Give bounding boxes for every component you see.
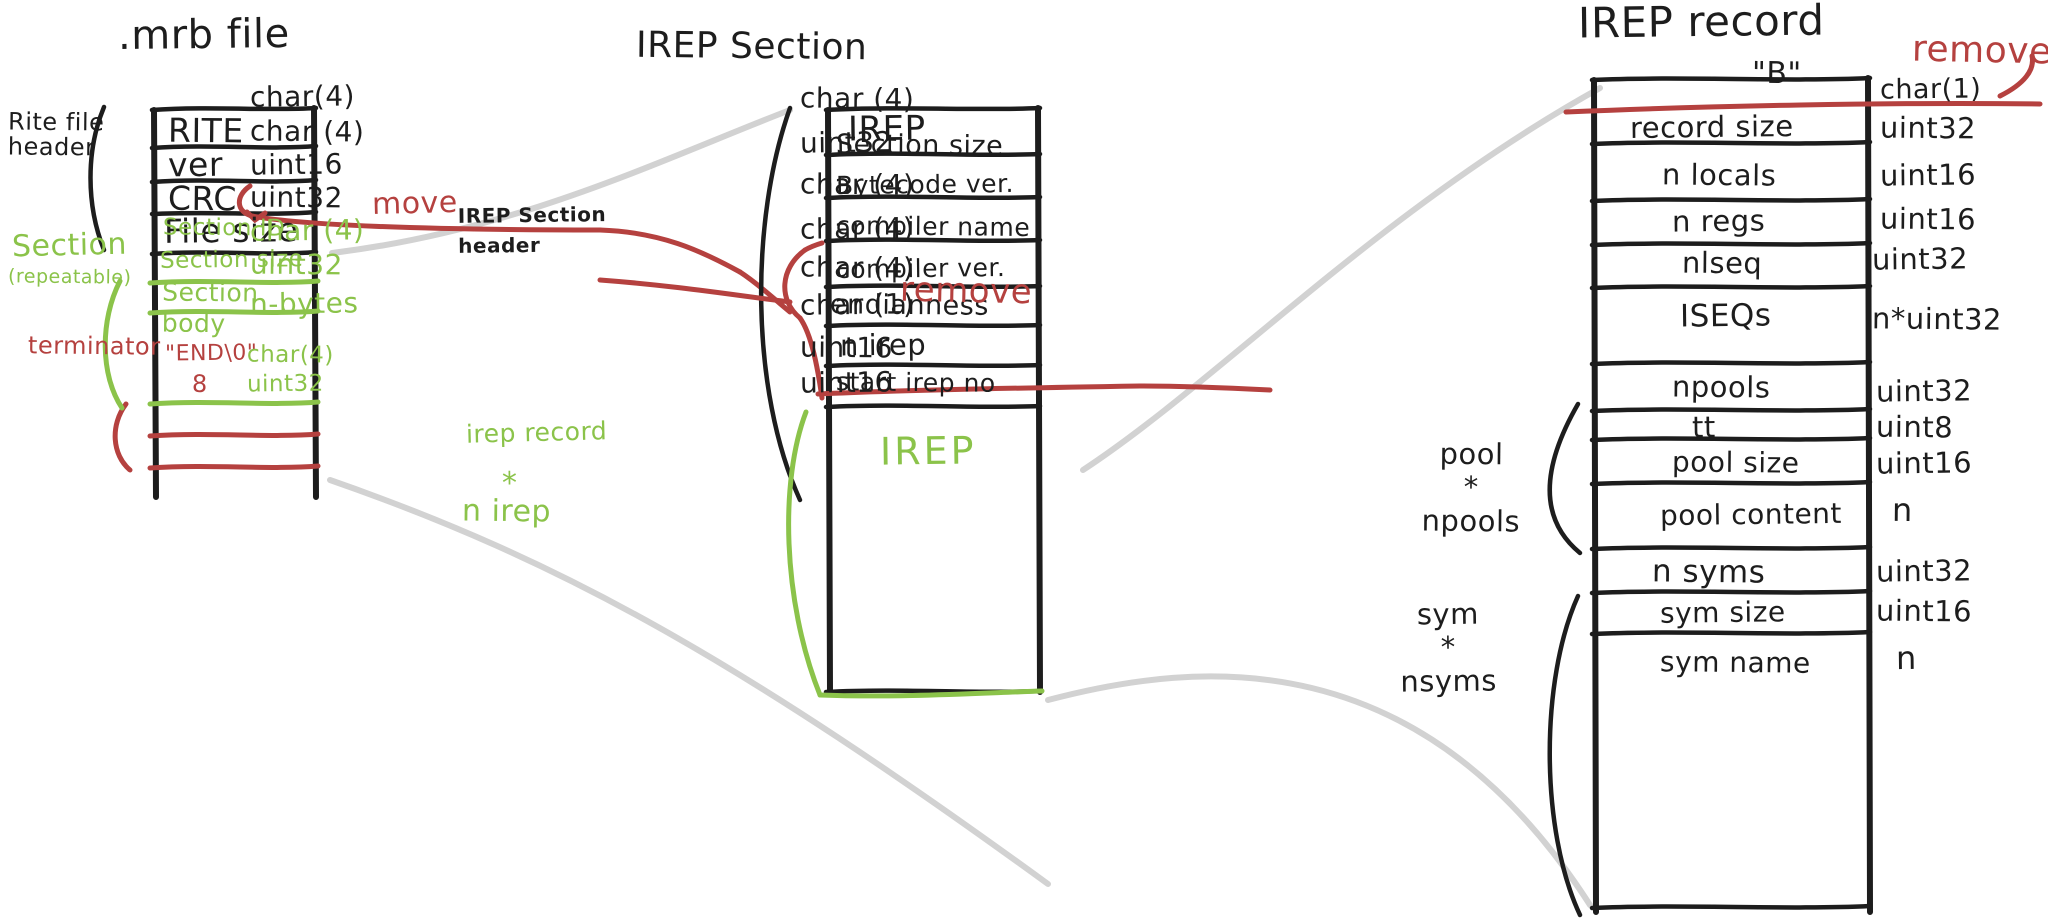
- irep-row-type-3: char (4): [799, 211, 915, 246]
- mrb-row-type-3: uint32: [249, 180, 344, 215]
- mrb-row-type-5: uint32: [249, 247, 344, 282]
- record-row-type-6: uint32: [1875, 373, 1973, 409]
- record-row-name-7: tt: [1691, 409, 1716, 445]
- mrb-row-name-0: RITE: [167, 110, 244, 151]
- irep-row-type-5: char (1): [799, 287, 915, 322]
- record-row-type-10: uint32: [1875, 553, 1973, 589]
- record-row-type-4: uint32: [1871, 241, 1969, 277]
- record-row-type-3: uint16: [1879, 201, 1977, 237]
- record-row-name-11: sym size: [1659, 595, 1786, 630]
- mrb-row-type-4: char (4): [249, 213, 365, 248]
- remove-annotation-endianness: remove: [899, 269, 1033, 313]
- mrb-row-type-0: char(4): [249, 79, 356, 114]
- irep-section-title: IREP Section: [635, 24, 868, 69]
- irep-section-header-label: IREP Section header: [457, 202, 607, 258]
- irep-row-type-0: char (4): [799, 81, 915, 116]
- irep-row-type-1: uint32: [799, 125, 894, 160]
- irep-header-bracket: [597, 240, 825, 401]
- section-repeatable-note: (repeatable): [7, 265, 132, 289]
- mrb-row-name-7: "END\0": [164, 340, 258, 367]
- record-row-name-5: ISEQs: [1679, 297, 1772, 335]
- mrb-row-name-6: Section body: [161, 277, 259, 339]
- irep-record-nirep-label: n irep: [461, 493, 552, 530]
- record-row-type-11: uint16: [1875, 593, 1973, 629]
- mrb-row-type-8: uint32: [246, 370, 324, 398]
- record-row-type-2: uint16: [1879, 157, 1977, 193]
- record-row-name-10: n syms: [1651, 553, 1766, 591]
- record-row-name-3: n regs: [1671, 203, 1766, 239]
- mrb-row-type-7: char(4): [246, 341, 334, 369]
- mrb-row-type-1: char (4): [249, 114, 365, 149]
- irep-body-label: IREP: [879, 428, 977, 474]
- section-label: Section: [11, 226, 128, 265]
- mrb-row-type-6: n-bytes: [249, 286, 359, 321]
- record-row-type-5: n*uint32: [1871, 301, 2003, 337]
- irep-row-type-7: uint16: [799, 365, 894, 400]
- record-row-name-1: record size: [1629, 109, 1794, 145]
- record-row-type-12: n: [1895, 638, 1918, 678]
- record-row-name-12: sym name: [1659, 645, 1811, 680]
- record-row-type-8: uint16: [1875, 445, 1973, 481]
- sym-multiplier-label: sym * nsyms: [1400, 596, 1498, 699]
- move-annotation: move: [371, 184, 459, 223]
- mrb-row-type-2: uint16: [249, 147, 344, 182]
- record-row-type-7: uint8: [1875, 409, 1954, 445]
- irep-row-type-4: char (4): [799, 250, 915, 285]
- record-row-type-1: uint32: [1879, 110, 1977, 146]
- pool-multiplier-label: pool * npools: [1421, 436, 1521, 539]
- rite-file-header-label: Rite file header: [7, 107, 105, 162]
- remove-annotation-b-field: remove: [1911, 28, 2048, 73]
- record-row-name-2: n locals: [1661, 157, 1777, 193]
- whiteboard-canvas: .bx { fill:none; stroke:#1d1d1d; stroke-…: [0, 0, 2048, 924]
- mrb-file-title: .mrb file: [117, 10, 290, 60]
- record-row-name-9: pool content: [1659, 496, 1843, 533]
- record-row-name-0: "B": [1751, 55, 1802, 92]
- irep-record-count-label: irep record: [465, 416, 608, 449]
- mrb-row-name-1: ver: [167, 144, 224, 185]
- record-row-type-0: char(1): [1879, 73, 1982, 106]
- irep-record-title: IREP record: [1577, 0, 1825, 48]
- irep-row-type-2: char (4): [799, 167, 915, 202]
- record-row-name-4: nlseq: [1681, 245, 1763, 281]
- record-row-name-6: npools: [1671, 369, 1771, 405]
- mrb-row-name-8: 8: [191, 369, 208, 399]
- terminator-label: terminator: [27, 331, 161, 361]
- record-row-type-9: n: [1891, 490, 1913, 530]
- record-row-name-8: pool size: [1671, 445, 1800, 480]
- irep-row-type-6: uint16: [799, 330, 894, 365]
